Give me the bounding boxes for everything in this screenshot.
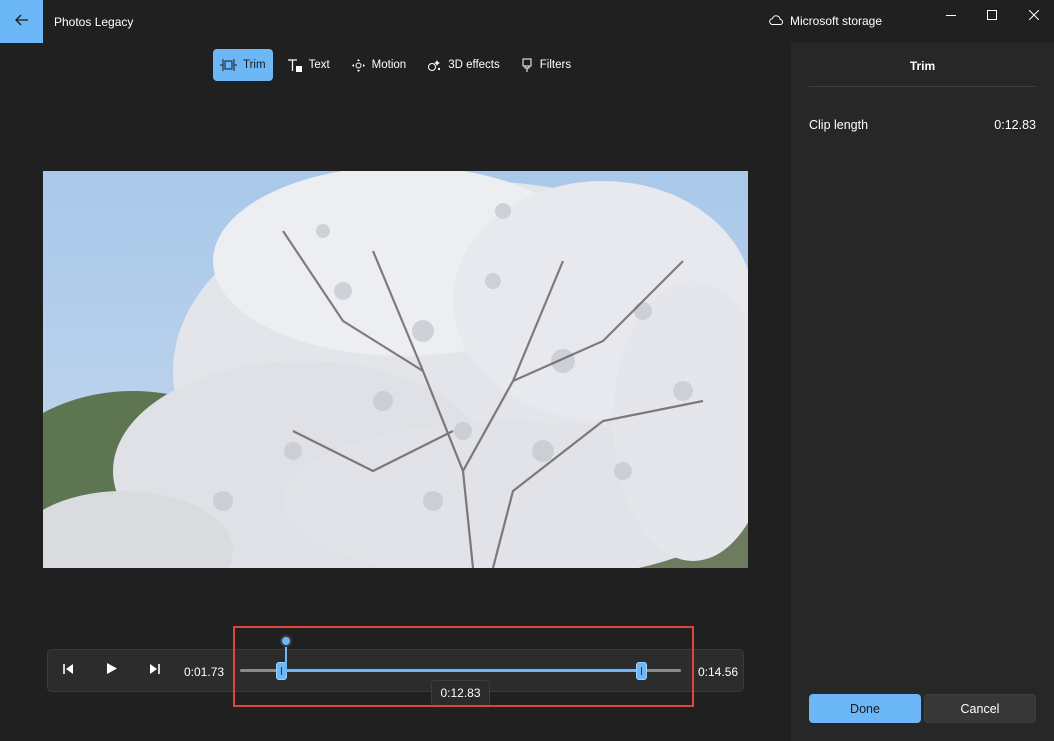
cherry-blossom-video-frame <box>43 171 748 568</box>
tab-motion[interactable]: Motion <box>344 49 414 81</box>
trim-end-time: 0:14.56 <box>698 665 739 679</box>
tab-motion-label: Motion <box>371 59 407 71</box>
maximize-icon <box>987 7 997 25</box>
playhead-handle[interactable] <box>280 635 293 647</box>
tab-filters-label: Filters <box>539 59 572 71</box>
previous-frame-button[interactable] <box>56 660 80 682</box>
minimize-button[interactable] <box>935 6 967 26</box>
clip-length-label: Clip length <box>809 118 869 132</box>
motion-icon <box>351 58 366 73</box>
tab-3d-effects-label: 3D effects <box>448 59 500 71</box>
cloud-icon <box>768 14 784 28</box>
tab-3d-effects[interactable]: 3D effects <box>420 49 507 81</box>
next-frame-button[interactable] <box>143 660 167 682</box>
trim-start-time: 0:01.73 <box>184 665 225 679</box>
panel-title: Trim <box>909 59 936 73</box>
tab-trim-label: Trim <box>243 59 266 71</box>
clip-length-value: 0:12.83 <box>994 118 1036 132</box>
video-preview[interactable] <box>43 171 748 568</box>
minimize-icon <box>946 7 956 25</box>
tab-trim[interactable]: Trim <box>213 49 273 81</box>
play-button[interactable] <box>100 660 124 682</box>
next-frame-icon <box>148 662 162 680</box>
maximize-button[interactable] <box>976 6 1008 26</box>
tab-filters[interactable]: Filters <box>514 49 578 81</box>
trim-icon <box>220 58 237 72</box>
previous-frame-icon <box>61 662 75 680</box>
trim-end-handle[interactable] <box>635 662 647 680</box>
duration-tooltip: 0:12.83 <box>431 680 490 706</box>
play-icon <box>106 662 118 680</box>
playhead-line <box>285 645 288 673</box>
trim-panel: Trim Clip length 0:12.83 Done Cancel <box>791 43 1054 741</box>
edit-toolbar: Trim Text Motion 3D effects Filters <box>213 49 585 81</box>
close-button[interactable] <box>1018 6 1050 26</box>
trim-track[interactable] <box>240 669 681 672</box>
cancel-button[interactable]: Cancel <box>924 694 1036 723</box>
close-icon <box>1028 7 1040 25</box>
tab-text-label: Text <box>308 59 330 71</box>
arrow-left-icon <box>14 13 29 31</box>
3d-effects-icon <box>427 58 442 73</box>
filters-icon <box>521 58 534 73</box>
app-title: Photos Legacy <box>54 15 134 29</box>
storage-status[interactable]: Microsoft storage <box>768 14 882 28</box>
text-icon <box>287 58 303 73</box>
tab-text[interactable]: Text <box>280 49 337 81</box>
storage-label: Microsoft storage <box>790 14 883 28</box>
done-button[interactable]: Done <box>809 694 921 723</box>
back-button[interactable] <box>0 0 43 43</box>
trim-selection <box>281 669 641 672</box>
panel-divider <box>809 86 1036 87</box>
